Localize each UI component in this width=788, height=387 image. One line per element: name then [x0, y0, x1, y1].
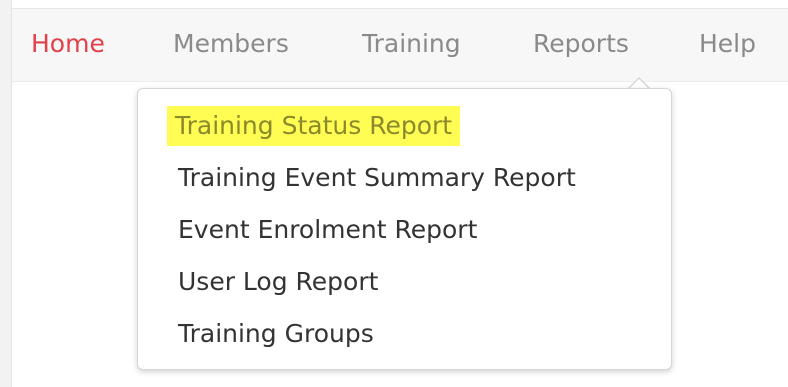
app-window: Home Members Training Reports Help Train… [0, 0, 788, 387]
nav-item-home[interactable]: Home [31, 27, 105, 61]
menu-item-training-status-report[interactable]: Training Status Report [167, 106, 461, 146]
nav-item-reports[interactable]: Reports [533, 27, 629, 61]
menu-item-user-log-report[interactable]: User Log Report [178, 265, 378, 299]
nav-item-training[interactable]: Training [362, 27, 461, 61]
menu-item-event-enrolment-report[interactable]: Event Enrolment Report [178, 213, 477, 247]
reports-dropdown-menu: Training Status Report Training Event Su… [137, 88, 672, 370]
menu-item-training-groups[interactable]: Training Groups [178, 317, 374, 351]
nav-item-help[interactable]: Help [699, 27, 756, 61]
nav-item-members[interactable]: Members [173, 27, 289, 61]
window-left-edge [0, 0, 12, 387]
menu-item-training-event-summary-report[interactable]: Training Event Summary Report [178, 161, 576, 195]
top-navigation-bar: Home Members Training Reports Help [12, 8, 788, 82]
